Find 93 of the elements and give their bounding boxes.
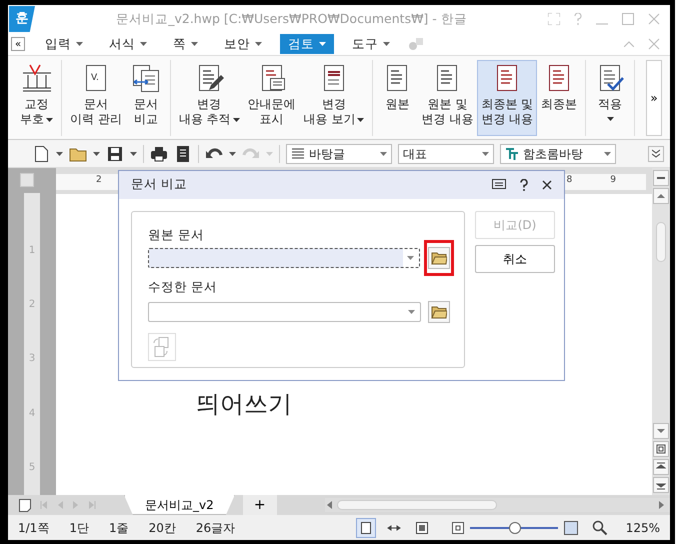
previous-page-button[interactable] bbox=[653, 459, 669, 475]
caret-icon bbox=[191, 42, 198, 46]
ribbon-button[interactable]: 안내문에 표시 bbox=[244, 60, 300, 136]
browse-button[interactable] bbox=[428, 247, 450, 270]
window-title: 문서비교_v2.hwp [C:₩Users₩PRO₩Documents₩] - 한글 bbox=[115, 10, 468, 28]
preview-icon[interactable] bbox=[174, 144, 192, 162]
caret-icon bbox=[130, 152, 137, 156]
caret-icon bbox=[380, 152, 387, 156]
menu-tab[interactable]: 도구 bbox=[344, 34, 398, 54]
menu-tab[interactable]: 서식 bbox=[101, 34, 155, 54]
ribbon-button[interactable]: 교정 부호 bbox=[16, 60, 57, 136]
expand-toolbar-button[interactable] bbox=[648, 146, 664, 162]
caret-icon bbox=[604, 152, 611, 156]
next-page-button[interactable] bbox=[653, 477, 669, 493]
view-mode-icon bbox=[414, 520, 429, 534]
scroll-up-icon bbox=[656, 191, 666, 201]
caret-icon bbox=[229, 152, 236, 156]
status-text: 1단 bbox=[68, 520, 90, 536]
status-text: 20칸 bbox=[148, 520, 177, 536]
menu-tab[interactable]: 입력 bbox=[37, 34, 91, 54]
caret-icon bbox=[266, 152, 273, 156]
add-tab-button[interactable]: + bbox=[242, 495, 277, 515]
status-text: 1줄 bbox=[108, 520, 130, 536]
cancel-button[interactable]: 취소 bbox=[475, 244, 555, 272]
scroll-ribbon-button[interactable]: » bbox=[646, 60, 662, 136]
double-chevron-icon bbox=[652, 148, 660, 158]
vertical-ruler: 1 2 3 4 5 bbox=[24, 193, 40, 495]
field-label: 수정한 문서 bbox=[148, 278, 218, 296]
ribbon-button[interactable]: 문서 비교 bbox=[126, 60, 166, 136]
new-document-icon[interactable] bbox=[32, 144, 50, 162]
ribbon-button[interactable]: 변경 내용 추적 bbox=[174, 60, 244, 136]
font-icon bbox=[505, 146, 519, 160]
menu-tab[interactable]: 검토 bbox=[280, 34, 334, 54]
caret-icon bbox=[407, 256, 414, 260]
zoom-out-icon[interactable] bbox=[452, 522, 464, 534]
zoom-thumb[interactable] bbox=[509, 522, 522, 534]
scroll-left-icon[interactable] bbox=[324, 500, 335, 510]
language-dropdown[interactable]: 대표 bbox=[398, 144, 494, 164]
caret-icon bbox=[140, 42, 147, 46]
ribbon-button[interactable]: 최종본 및 변경 내용 bbox=[477, 60, 538, 136]
proofreading-icon bbox=[20, 63, 52, 93]
close-icon[interactable] bbox=[542, 180, 552, 190]
style-dropdown[interactable]: 바탕글 bbox=[286, 144, 392, 164]
view-mode-icon bbox=[358, 520, 373, 534]
collapse-button[interactable]: « bbox=[11, 37, 25, 51]
ribbon-button[interactable]: 원본 및 변경 내용 bbox=[417, 60, 478, 136]
scroll-down-icon bbox=[656, 426, 666, 436]
print-icon[interactable] bbox=[150, 144, 168, 162]
menu-tab[interactable]: 보안 bbox=[216, 34, 270, 54]
save-icon[interactable] bbox=[106, 144, 124, 162]
caret-icon bbox=[56, 152, 63, 156]
font-dropdown[interactable]: 함초롬바탕 bbox=[500, 144, 616, 164]
zoom-in-icon[interactable] bbox=[564, 520, 578, 534]
document-text: 띄어쓰기 bbox=[196, 390, 293, 418]
status-text: 1/1쪽 bbox=[17, 520, 50, 536]
scroll-up-button[interactable] bbox=[653, 188, 669, 204]
ribbon-button[interactable]: 변경 내용 보기 bbox=[300, 60, 368, 136]
paragraph-style-icon bbox=[291, 146, 305, 160]
ribbon-button[interactable]: V. 문서 이력 관리 bbox=[66, 60, 126, 136]
ribbon-button[interactable]: 원본 bbox=[377, 60, 418, 136]
split-view-button[interactable] bbox=[653, 170, 669, 186]
scroll-right-icon[interactable] bbox=[656, 500, 666, 510]
help-icon[interactable] bbox=[520, 178, 528, 191]
view-mode-button[interactable] bbox=[356, 518, 376, 538]
document-tab[interactable]: 문서비교_v2 bbox=[124, 495, 235, 515]
caret-icon bbox=[76, 42, 83, 46]
zoom-level: 125% bbox=[624, 520, 661, 536]
page-view-icon bbox=[656, 444, 666, 454]
menu-tab[interactable]: 쪽 bbox=[165, 34, 206, 54]
folder-icon bbox=[431, 305, 447, 319]
folder-icon bbox=[431, 251, 447, 266]
comment-icon[interactable] bbox=[492, 178, 506, 191]
page-view-button[interactable] bbox=[653, 441, 669, 457]
new-sheet-icon[interactable] bbox=[18, 498, 32, 512]
ribbon-button[interactable]: 최종본 bbox=[537, 60, 582, 136]
status-text: 26글자 bbox=[194, 520, 236, 536]
scroll-thumb[interactable] bbox=[336, 500, 497, 510]
scroll-thumb[interactable] bbox=[656, 222, 666, 262]
caret-icon bbox=[482, 152, 489, 156]
caret-icon bbox=[408, 310, 415, 314]
app-logo: 훈 bbox=[9, 6, 35, 32]
ruler-toggle-button[interactable] bbox=[20, 173, 34, 187]
swap-documents-icon bbox=[153, 337, 171, 357]
magnifier-icon[interactable] bbox=[592, 520, 608, 536]
field-label: 원본 문서 bbox=[148, 226, 205, 244]
scroll-down-button[interactable] bbox=[653, 423, 669, 439]
caret-icon bbox=[319, 42, 326, 46]
browse-button[interactable] bbox=[428, 301, 450, 323]
caret-icon bbox=[383, 42, 390, 46]
caret-icon bbox=[93, 152, 100, 156]
caret-icon bbox=[255, 42, 262, 46]
file-combo-box[interactable] bbox=[148, 248, 420, 268]
ribbon-button[interactable]: 적용 bbox=[590, 60, 630, 136]
